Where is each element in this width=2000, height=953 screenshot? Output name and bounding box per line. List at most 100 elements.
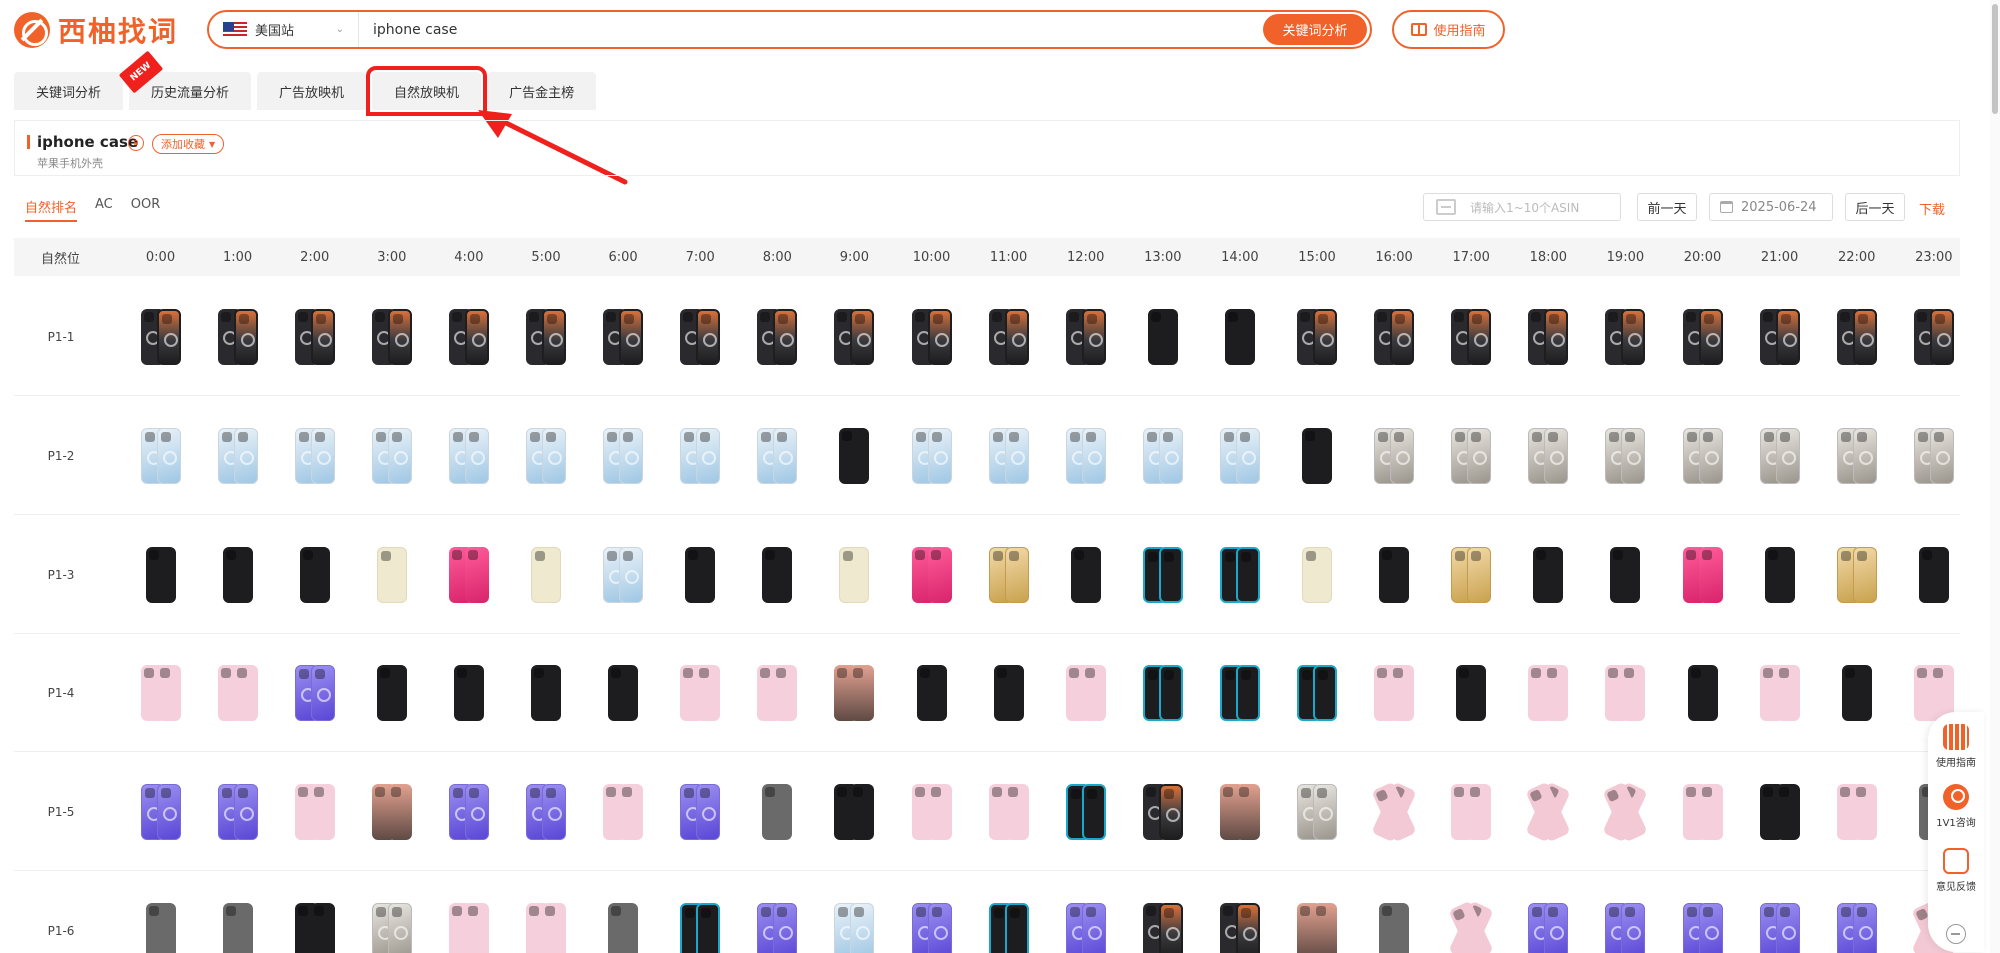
product-cell[interactable] bbox=[816, 397, 893, 515]
product-cell[interactable] bbox=[1124, 634, 1201, 752]
product-cell[interactable] bbox=[816, 634, 893, 752]
product-cell[interactable] bbox=[430, 278, 507, 396]
product-cell[interactable] bbox=[1047, 753, 1124, 871]
product-cell[interactable] bbox=[1279, 397, 1356, 515]
product-cell[interactable] bbox=[1201, 753, 1278, 871]
product-cell[interactable] bbox=[1664, 516, 1741, 634]
product-cell[interactable] bbox=[1047, 397, 1124, 515]
product-cell[interactable] bbox=[353, 753, 430, 871]
product-cell[interactable] bbox=[199, 634, 276, 752]
product-cell[interactable] bbox=[1664, 634, 1741, 752]
product-cell[interactable] bbox=[585, 516, 662, 634]
product-cell[interactable] bbox=[1124, 872, 1201, 953]
product-cell[interactable] bbox=[816, 516, 893, 634]
product-cell[interactable] bbox=[1279, 516, 1356, 634]
product-cell[interactable] bbox=[816, 278, 893, 396]
product-cell[interactable] bbox=[893, 397, 970, 515]
product-cell[interactable] bbox=[1587, 397, 1664, 515]
next-day-button[interactable]: 后一天 bbox=[1845, 193, 1905, 221]
product-cell[interactable] bbox=[585, 872, 662, 953]
product-cell[interactable] bbox=[276, 753, 353, 871]
product-cell[interactable] bbox=[1279, 634, 1356, 752]
product-cell[interactable] bbox=[199, 278, 276, 396]
product-cell[interactable] bbox=[662, 516, 739, 634]
product-cell[interactable] bbox=[1818, 872, 1895, 953]
product-cell[interactable] bbox=[508, 753, 585, 871]
product-cell[interactable] bbox=[739, 397, 816, 515]
product-cell[interactable] bbox=[1741, 397, 1818, 515]
product-cell[interactable] bbox=[1818, 753, 1895, 871]
product-cell[interactable] bbox=[585, 753, 662, 871]
product-cell[interactable] bbox=[199, 397, 276, 515]
product-cell[interactable] bbox=[122, 634, 199, 752]
product-cell[interactable] bbox=[970, 278, 1047, 396]
product-cell[interactable] bbox=[970, 397, 1047, 515]
product-cell[interactable] bbox=[1201, 872, 1278, 953]
product-cell[interactable] bbox=[1201, 634, 1278, 752]
product-cell[interactable] bbox=[739, 516, 816, 634]
product-cell[interactable] bbox=[199, 872, 276, 953]
product-cell[interactable] bbox=[1356, 397, 1433, 515]
product-cell[interactable] bbox=[122, 872, 199, 953]
product-cell[interactable] bbox=[1433, 278, 1510, 396]
product-cell[interactable] bbox=[508, 397, 585, 515]
product-cell[interactable] bbox=[276, 278, 353, 396]
product-cell[interactable] bbox=[893, 516, 970, 634]
product-cell[interactable] bbox=[1433, 516, 1510, 634]
product-cell[interactable] bbox=[199, 753, 276, 871]
product-cell[interactable] bbox=[199, 516, 276, 634]
product-cell[interactable] bbox=[816, 872, 893, 953]
product-cell[interactable] bbox=[122, 516, 199, 634]
product-cell[interactable] bbox=[1047, 516, 1124, 634]
product-cell[interactable] bbox=[585, 278, 662, 396]
add-favorite-button[interactable]: 添加收藏 ▼ bbox=[152, 134, 225, 154]
product-cell[interactable] bbox=[1356, 872, 1433, 953]
subtab-organic-rank[interactable]: 自然排名 bbox=[25, 197, 77, 216]
product-cell[interactable] bbox=[739, 872, 816, 953]
product-cell[interactable] bbox=[1741, 634, 1818, 752]
product-cell[interactable] bbox=[1279, 872, 1356, 953]
product-cell[interactable] bbox=[1356, 753, 1433, 871]
product-cell[interactable] bbox=[1124, 397, 1201, 515]
product-cell[interactable] bbox=[1664, 753, 1741, 871]
product-cell[interactable] bbox=[1433, 753, 1510, 871]
product-cell[interactable] bbox=[508, 516, 585, 634]
product-cell[interactable] bbox=[970, 634, 1047, 752]
product-cell[interactable] bbox=[353, 872, 430, 953]
product-cell[interactable] bbox=[1356, 634, 1433, 752]
product-cell[interactable] bbox=[1818, 397, 1895, 515]
product-cell[interactable] bbox=[1433, 634, 1510, 752]
download-link[interactable]: 下载 bbox=[1919, 199, 1945, 218]
product-cell[interactable] bbox=[430, 872, 507, 953]
product-cell[interactable] bbox=[430, 397, 507, 515]
product-cell[interactable] bbox=[1124, 278, 1201, 396]
product-cell[interactable] bbox=[508, 872, 585, 953]
product-cell[interactable] bbox=[970, 753, 1047, 871]
product-cell[interactable] bbox=[1124, 753, 1201, 871]
product-cell[interactable] bbox=[508, 634, 585, 752]
product-cell[interactable] bbox=[1510, 516, 1587, 634]
product-cell[interactable] bbox=[1510, 872, 1587, 953]
product-cell[interactable] bbox=[1741, 278, 1818, 396]
product-cell[interactable] bbox=[276, 634, 353, 752]
product-cell[interactable] bbox=[1587, 516, 1664, 634]
product-cell[interactable] bbox=[1818, 516, 1895, 634]
product-cell[interactable] bbox=[585, 397, 662, 515]
product-cell[interactable] bbox=[276, 516, 353, 634]
tab-organic-player[interactable]: 自然放映机 bbox=[366, 66, 488, 116]
asin-input[interactable]: 请输入1~10个ASIN bbox=[1423, 193, 1621, 221]
product-cell[interactable] bbox=[353, 634, 430, 752]
product-cell[interactable] bbox=[662, 753, 739, 871]
product-cell[interactable] bbox=[739, 278, 816, 396]
product-cell[interactable] bbox=[893, 753, 970, 871]
product-cell[interactable] bbox=[1741, 753, 1818, 871]
logo[interactable]: 西柚找词 bbox=[14, 10, 178, 50]
site-selector[interactable]: 美国站 ⌄ bbox=[209, 12, 359, 47]
prev-day-button[interactable]: 前一天 bbox=[1637, 193, 1697, 221]
product-cell[interactable] bbox=[1741, 872, 1818, 953]
product-cell[interactable] bbox=[1201, 278, 1278, 396]
product-cell[interactable] bbox=[970, 516, 1047, 634]
product-cell[interactable] bbox=[1047, 278, 1124, 396]
product-cell[interactable] bbox=[1201, 516, 1278, 634]
product-cell[interactable] bbox=[1047, 872, 1124, 953]
